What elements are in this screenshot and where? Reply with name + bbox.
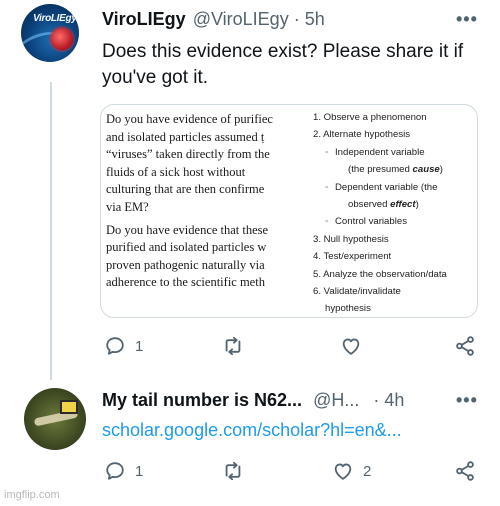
- method-step-emphasis: effect: [390, 199, 416, 211]
- author-display-name[interactable]: ViroLIEgy: [102, 9, 186, 30]
- media-question-line: Do you have evidence of purifiec: [106, 112, 273, 126]
- media-question-line: “viruses” taken directly from the: [106, 147, 270, 162]
- method-step: Control variables: [313, 213, 477, 231]
- method-step-text: hypothesis: [325, 303, 371, 315]
- imgflip-watermark: imgflip.com: [4, 489, 60, 501]
- reply-button[interactable]: 1: [104, 460, 143, 482]
- share-icon: [456, 461, 474, 481]
- media-question-line: via EM?: [106, 199, 149, 214]
- method-step-text: Dependent variable (the: [335, 181, 438, 193]
- media-question-line: and isolated particles assumed ṭ: [106, 129, 265, 144]
- more-options-icon[interactable]: •••: [456, 390, 478, 411]
- method-step: 4. Test/experiment: [313, 248, 477, 265]
- author-display-name[interactable]: My tail number is N62...: [102, 390, 302, 411]
- scientific-method-list: 1. Observe a phenomenon 2. Alternate hypo…: [313, 109, 477, 317]
- separator-dot: ·: [373, 390, 380, 410]
- method-step-text: 2. Alternate hypothesis: [313, 129, 411, 141]
- virus-graphic: [51, 28, 73, 50]
- tweet2-action-bar: 1 2: [100, 460, 482, 486]
- method-step-text: 4. Test/experiment: [313, 251, 392, 263]
- media-question-line: proven pathogenic naturally via: [106, 257, 265, 272]
- retweet-icon: [225, 336, 241, 356]
- method-step: Independent variable: [313, 144, 477, 162]
- author-handle[interactable]: @ViroLIEgy: [193, 9, 289, 30]
- method-step-text: 6. Validate/invalidate: [313, 286, 401, 298]
- more-options-icon[interactable]: •••: [456, 9, 478, 30]
- sticker-graphic: [60, 400, 78, 414]
- scholar-link[interactable]: scholar.google.com/scholar?hl=en&...: [102, 420, 402, 441]
- reply-button[interactable]: 1: [104, 335, 143, 357]
- media-question-line: purified and isolated particles w: [106, 240, 267, 255]
- media-question-line: fluids of a sick host without: [106, 164, 246, 179]
- tweet1-header: ViroLIEgy @ViroLIEgy · 5h: [102, 9, 325, 30]
- tweet-text-line: you've got it.: [102, 67, 209, 88]
- timestamp[interactable]: 4h: [384, 390, 404, 411]
- timestamp[interactable]: 5h: [305, 9, 325, 30]
- media-question-line: Do you have evidence that these: [106, 222, 269, 237]
- tweet-text-line: Does this evidence exist? Please share i…: [102, 41, 464, 62]
- reply-count: 1: [135, 337, 144, 355]
- share-button[interactable]: [454, 335, 476, 357]
- tweet-text: Does this evidence exist? Please share i…: [102, 39, 492, 91]
- method-step: 2. Alternate hypothesis: [313, 126, 477, 143]
- method-step-text: (the presumed: [348, 164, 413, 176]
- method-step: 5. Analyze the observation/data: [313, 266, 477, 283]
- author-handle[interactable]: @H...: [313, 390, 359, 411]
- avatar-virolieagy[interactable]: ViroLIEgy: [21, 4, 79, 62]
- heart-icon: [334, 463, 352, 480]
- like-button[interactable]: [340, 335, 371, 357]
- like-count: 2: [363, 462, 372, 480]
- avatar-logo-text: ViroLIEgy: [33, 13, 77, 24]
- retweet-button[interactable]: [222, 335, 253, 357]
- method-step: hypothesis: [313, 300, 477, 317]
- like-button[interactable]: 2: [332, 460, 371, 482]
- avatar-tail-number[interactable]: [24, 388, 86, 450]
- method-step: (the presumed cause): [313, 161, 477, 178]
- method-step-text: Independent variable: [335, 146, 425, 158]
- method-step-text: ): [415, 199, 419, 211]
- separator-dot: ·: [293, 9, 300, 29]
- method-step: Dependent variable (the: [313, 179, 477, 197]
- reply-count: 1: [135, 462, 144, 480]
- method-step-emphasis: cause: [412, 164, 440, 176]
- tweet2-header: My tail number is N62... @H... · 4h: [102, 390, 404, 411]
- reply-icon: [106, 337, 124, 355]
- tweet-media-image[interactable]: Do you have evidence of purifiec and iso…: [100, 104, 478, 318]
- share-icon: [456, 336, 474, 356]
- method-step: observed effect): [313, 196, 477, 213]
- method-step-text: ): [439, 164, 443, 176]
- method-step: 1. Observe a phenomenon: [313, 109, 477, 126]
- media-questions-text: Do you have evidence of purifiec and iso…: [106, 111, 306, 292]
- method-step: 6. Validate/invalidate: [313, 283, 477, 300]
- thread-connector-line: [50, 82, 52, 380]
- method-step: 3. Null hypothesis: [313, 231, 477, 248]
- method-step-text: Control variables: [335, 216, 407, 228]
- heart-icon: [342, 338, 360, 355]
- method-step-text: 1. Observe a phenomenon: [313, 112, 427, 123]
- retweet-icon: [225, 461, 241, 481]
- method-step-text: 3. Null hypothesis: [313, 233, 389, 245]
- media-question-line: culturing that are then confirme: [106, 182, 265, 197]
- retweet-button[interactable]: [222, 460, 253, 482]
- media-question-line: adherence to the scientific meth: [106, 275, 265, 290]
- tweet1-action-bar: 1: [100, 335, 482, 361]
- share-button[interactable]: [454, 460, 476, 482]
- method-step-text: 5. Analyze the observation/data: [313, 268, 447, 280]
- method-step-text: observed: [348, 199, 391, 211]
- reply-icon: [106, 462, 124, 480]
